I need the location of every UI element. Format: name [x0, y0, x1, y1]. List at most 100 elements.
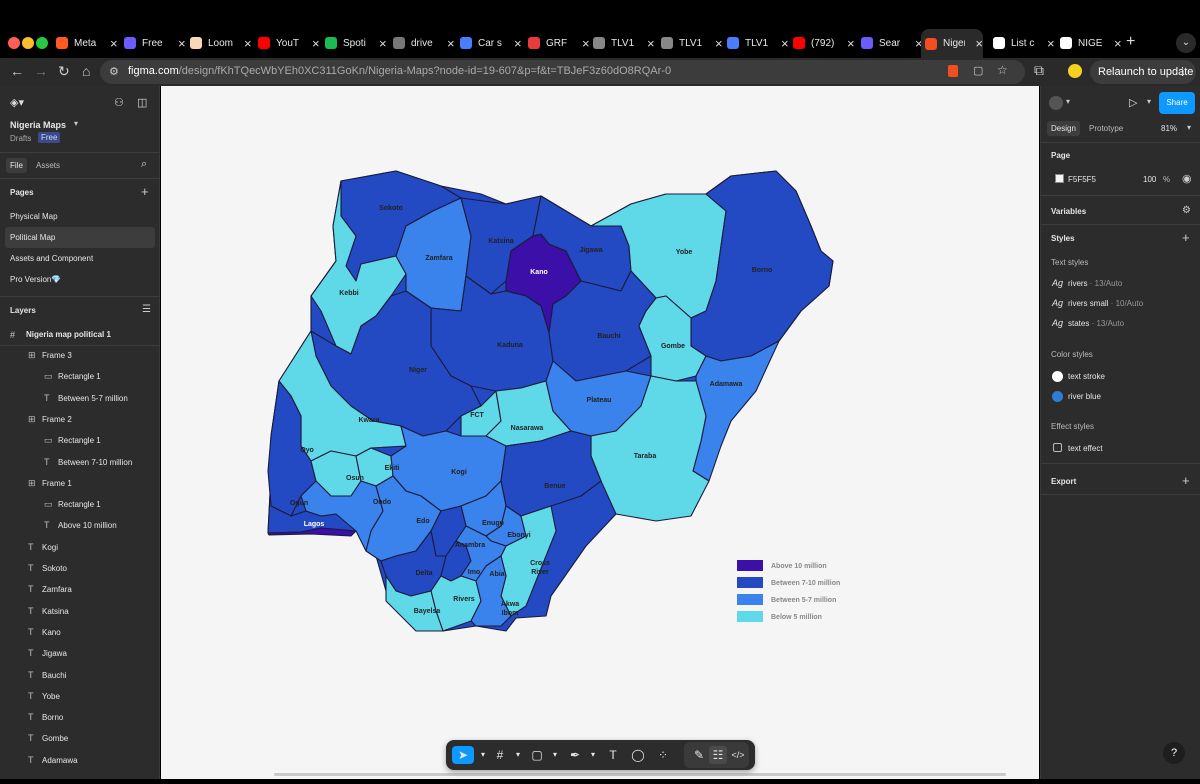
browser-tab[interactable]: Meta × — [56, 33, 118, 53]
help-button[interactable]: ? — [1163, 742, 1185, 764]
eye-icon[interactable]: ◉ — [1182, 172, 1192, 185]
forward-icon[interactable]: → — [34, 63, 48, 79]
chevron-down-icon[interactable]: ▾ — [474, 746, 492, 764]
chevron-down-icon[interactable]: ▾ — [74, 119, 78, 128]
layer-row[interactable]: T Between 7-10 million — [0, 452, 160, 473]
layer-row[interactable]: T Katsina — [0, 601, 160, 622]
layer-row[interactable]: T Adamawa — [0, 750, 160, 771]
variables-settings-icon[interactable]: ⚙ — [1182, 205, 1191, 216]
site-info-icon[interactable]: ⚙ — [109, 65, 119, 78]
extensions-icon[interactable]: ⧉ — [1034, 62, 1044, 79]
drafts-label[interactable]: Drafts — [10, 134, 31, 143]
close-tab-icon[interactable]: × — [1047, 36, 1055, 51]
tab-design[interactable]: Design — [1047, 121, 1080, 136]
tab-prototype[interactable]: Prototype — [1089, 124, 1123, 133]
browser-tab[interactable]: TLV1 × — [593, 33, 655, 53]
page-item[interactable]: Assets and Component — [5, 248, 155, 269]
browser-tab[interactable]: TLV1 × — [727, 33, 789, 53]
layer-row[interactable]: ⊞ Frame 3 — [0, 345, 160, 366]
move-tool-icon[interactable]: ➤ — [452, 746, 474, 764]
page-item[interactable]: Political Map — [5, 227, 155, 248]
more-menu-icon[interactable]: ⋮ — [1177, 60, 1188, 84]
dev-mode-icon[interactable]: </> — [729, 746, 747, 764]
layer-row[interactable]: T Above 10 million — [0, 515, 160, 536]
present-play-icon[interactable]: ▷ — [1129, 96, 1137, 109]
add-page-icon[interactable]: + — [141, 184, 149, 199]
layer-row[interactable]: ⊞ Frame 2 — [0, 409, 160, 430]
browser-tab[interactable]: List c × — [993, 33, 1055, 53]
close-tab-icon[interactable]: × — [1114, 36, 1122, 51]
text-style-item[interactable]: states · 13/Auto — [1068, 319, 1124, 328]
file-name[interactable]: Nigeria Maps — [10, 120, 66, 130]
close-tab-icon[interactable]: × — [582, 36, 590, 51]
bookmark-star-icon[interactable]: ☆ — [997, 63, 1008, 77]
tab-file[interactable]: File — [6, 158, 27, 173]
layer-row[interactable]: T Kano — [0, 622, 160, 643]
chevron-down-icon[interactable]: ▾ — [1187, 123, 1191, 132]
layer-row[interactable]: T Zamfara — [0, 579, 160, 600]
browser-tab[interactable]: Sear × — [861, 33, 923, 53]
zoom-level[interactable]: 81% — [1161, 124, 1177, 133]
close-tab-icon[interactable]: × — [178, 36, 186, 51]
chevron-down-icon[interactable]: ▾ — [509, 746, 527, 764]
close-tab-icon[interactable]: × — [447, 36, 455, 51]
layer-row[interactable]: ▭ Rectangle 1 — [0, 366, 160, 387]
install-app-icon[interactable]: ▢ — [973, 64, 983, 77]
browser-tab[interactable]: GRF × — [528, 33, 590, 53]
close-tab-icon[interactable]: × — [715, 36, 723, 51]
design-mode-icon[interactable]: ☷ — [709, 746, 727, 764]
pen-tool-icon[interactable]: ✒ — [566, 746, 584, 764]
dev-mode-icon[interactable]: ⚇ — [114, 96, 124, 109]
layer-row[interactable]: T Gombe — [0, 728, 160, 749]
close-window-button[interactable] — [8, 37, 20, 49]
browser-tab[interactable]: drive × — [393, 33, 455, 53]
close-tab-icon[interactable]: × — [975, 36, 983, 51]
text-style-item[interactable]: rivers small · 10/Auto — [1068, 299, 1143, 308]
browser-tab[interactable]: TLV1 × — [661, 33, 723, 53]
layer-row[interactable]: T Yobe — [0, 686, 160, 707]
figma-menu-icon[interactable]: ◈▾ — [10, 96, 24, 109]
add-export-icon[interactable]: + — [1182, 473, 1190, 488]
text-style-item[interactable]: rivers · 13/Auto — [1068, 279, 1122, 288]
browser-tab[interactable]: YouT × — [258, 33, 320, 53]
nigeria-political-map[interactable]: Sokoto Katsina Jigawa Yobe Borno Zamfara Kano K… — [161, 86, 1039, 779]
profile-avatar[interactable] — [1068, 64, 1082, 78]
chevron-down-icon[interactable]: ▾ — [546, 746, 564, 764]
tab-assets[interactable]: Assets — [36, 161, 60, 170]
page-opacity-value[interactable]: 100 — [1143, 175, 1156, 184]
root-layer[interactable]: Nigeria map political 1 — [26, 330, 111, 339]
close-tab-icon[interactable]: × — [514, 36, 522, 51]
draw-mode-icon[interactable]: ✎ — [690, 746, 708, 764]
actions-tool-icon[interactable]: ⁘ — [654, 746, 672, 764]
close-tab-icon[interactable]: × — [379, 36, 387, 51]
export-title[interactable]: Export — [1051, 477, 1076, 486]
page-item[interactable]: Pro Version💎 — [5, 269, 155, 290]
avatar[interactable] — [1049, 96, 1063, 110]
page-item[interactable]: Physical Map — [5, 206, 155, 227]
page-color-value[interactable]: F5F5F5 — [1068, 175, 1096, 184]
browser-tab[interactable]: Free × — [124, 33, 186, 53]
map-legend[interactable]: Above 10 million Between 7-10 million Be… — [737, 560, 840, 622]
chevron-down-icon[interactable]: ▾ — [584, 746, 602, 764]
design-canvas[interactable]: Sokoto Katsina Jigawa Yobe Borno Zamfara Kano K… — [161, 86, 1039, 779]
chevron-down-icon[interactable]: ▾ — [1147, 97, 1151, 106]
comment-tool-icon[interactable]: ◯ — [629, 746, 647, 764]
effect-style-item[interactable]: text effect — [1068, 444, 1103, 453]
close-tab-icon[interactable]: × — [647, 36, 655, 51]
reload-icon[interactable]: ↻ — [58, 63, 70, 80]
minimize-window-button[interactable] — [22, 37, 34, 49]
page-color-swatch[interactable] — [1055, 174, 1064, 183]
browser-tab[interactable]: NIGE × — [1060, 33, 1122, 53]
layer-row[interactable]: T Bauchi — [0, 665, 160, 686]
frame-tool-icon[interactable]: # — [491, 746, 509, 764]
layer-row[interactable]: T Sokoto — [0, 558, 160, 579]
figma-extension-icon[interactable] — [948, 65, 958, 77]
color-style-item[interactable]: river blue — [1068, 392, 1101, 401]
close-tab-icon[interactable]: × — [781, 36, 789, 51]
variables-title[interactable]: Variables — [1051, 207, 1086, 216]
collapse-layers-icon[interactable]: ☰ — [142, 304, 151, 315]
new-tab-button[interactable]: + — [1126, 33, 1135, 51]
layer-row[interactable]: T Between 5-7 million — [0, 388, 160, 409]
add-style-icon[interactable]: + — [1182, 230, 1190, 245]
layer-row[interactable]: ▭ Rectangle 1 — [0, 430, 160, 451]
